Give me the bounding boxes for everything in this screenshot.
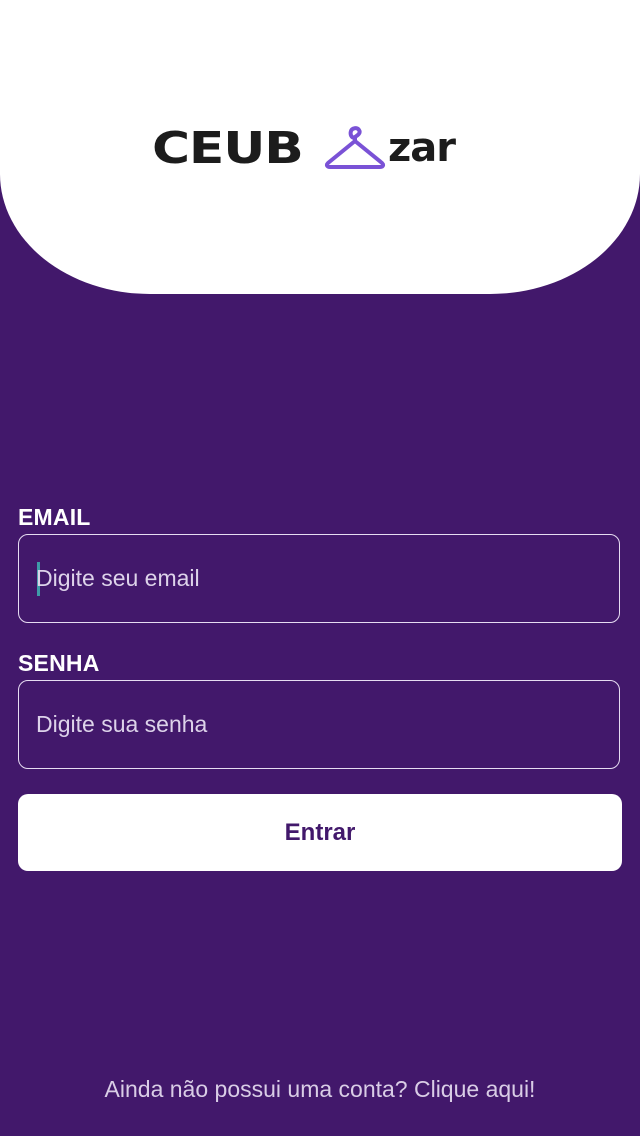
login-button[interactable]: Entrar: [18, 794, 622, 871]
hanger-icon: [324, 126, 386, 169]
password-field-box[interactable]: [18, 680, 620, 769]
password-input[interactable]: [36, 681, 601, 767]
logo-text-part-2: zar: [388, 125, 456, 171]
email-label: EMAIL: [18, 504, 91, 530]
email-field-box[interactable]: [18, 534, 620, 623]
app-logo: CEUB zar: [152, 124, 492, 174]
signup-link[interactable]: Ainda não possui uma conta? Clique aqui!: [0, 1076, 640, 1103]
email-input[interactable]: [36, 535, 601, 621]
header-panel: CEUB zar: [0, 0, 640, 294]
logo-text: CEUB: [152, 123, 304, 174]
password-label: SENHA: [18, 650, 100, 676]
logo-text-part-1: CEUB: [152, 123, 304, 174]
